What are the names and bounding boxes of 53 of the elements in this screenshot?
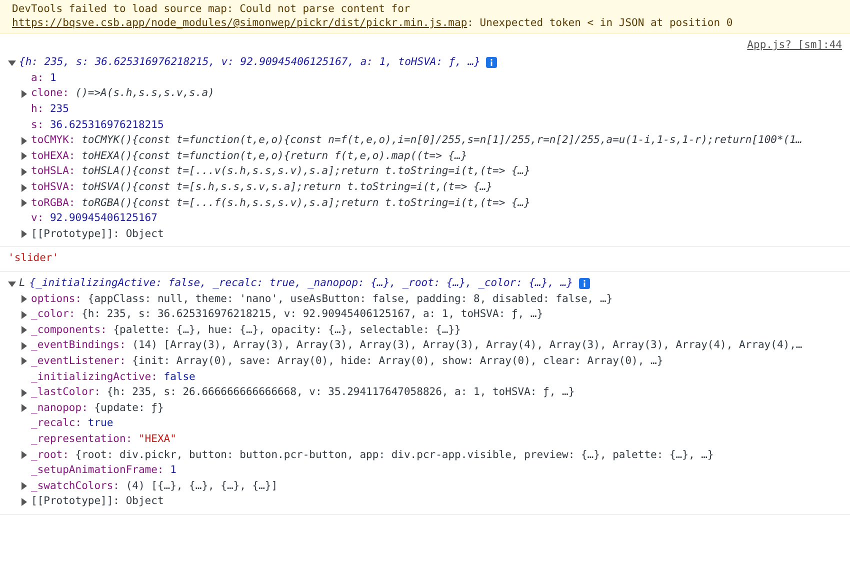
property-entry[interactable]: _color: {h: 235, s: 36.625316976218215, v: 92.90945406125167, a: 1, toHSVA: ƒ, …}: [31, 307, 544, 322]
property-entry: _recalc: true: [31, 416, 114, 432]
property-entry[interactable]: toRGBA: toRGBA(){const t=[...f(s.h,s.s,s.v),s.a];return t.toString=i(t,(t=> {…}: [31, 196, 530, 211]
property-entry[interactable]: clone: ()=>A(s.h,s.s,s.v,s.a): [31, 86, 214, 102]
property-entry[interactable]: [[Prototype]]: Object: [31, 226, 164, 242]
expand-triangle-icon[interactable]: [20, 451, 28, 460]
property-entry[interactable]: _lastColor: {h: 235, s: 26.666666666666668, v: 35.294117647058826, a: 1, toHSVA: ƒ, …}: [31, 385, 575, 400]
property-entry: h: 235: [31, 102, 69, 118]
expand-triangle-icon[interactable]: [20, 388, 28, 397]
expand-triangle-icon[interactable]: [20, 184, 28, 192]
object-summary[interactable]: {_initializingActive: false, _recalc: true, _nanopop: {…}, _root: {…}, _color: {…}, …}: [29, 276, 573, 292]
expand-triangle-icon[interactable]: [20, 326, 28, 334]
property-entry[interactable]: _swatchColors: (4) [{…}, {…}, {…}, {…}]: [31, 478, 278, 494]
source-link[interactable]: App.js? [sm]:44: [747, 38, 842, 53]
property-entry[interactable]: _nanopop: {update: ƒ}: [31, 400, 164, 416]
info-icon[interactable]: [486, 57, 498, 68]
class-name: L: [19, 276, 26, 292]
property-entry[interactable]: toHSVA: toHSVA(){const t=[s.h,s.s,s.v,s.a];return t.toString=i(t,(t=> {…}: [31, 180, 492, 196]
property-entry[interactable]: toCMYK: toCMYK(){const t=function(t,e,o){const n=f(t,e,o),i=n[0]/255,s=n[1]/255,r=n[2]/255,a=u(1-i,1-s,1-r);return[100*(1…: [31, 133, 802, 148]
collapse-triangle-icon[interactable]: [8, 58, 16, 67]
expand-triangle-icon[interactable]: [20, 295, 28, 304]
expand-triangle-icon[interactable]: [20, 357, 28, 366]
expand-triangle-icon[interactable]: [20, 498, 28, 506]
collapse-triangle-icon[interactable]: [8, 280, 16, 288]
property-entry: _representation: "HEXA": [31, 432, 176, 447]
property-entry[interactable]: toHSLA: toHSLA(){const t=[...v(s.h,s.s,s.v),s.a];return t.toString=i(t,(t=> {…}: [31, 164, 530, 180]
property-entry[interactable]: _components: {palette: {…}, hue: {…}, opacity: {…}, selectable: {…}}: [31, 322, 461, 338]
info-icon[interactable]: [578, 278, 590, 290]
expand-triangle-icon[interactable]: [20, 404, 28, 412]
expand-triangle-icon[interactable]: [20, 199, 28, 208]
property-entry: _initializingActive: false: [31, 370, 196, 385]
expand-triangle-icon[interactable]: [20, 482, 28, 490]
expand-triangle-icon[interactable]: [20, 136, 28, 145]
warning-message: DevTools failed to load source map: Could not parse content for https://bqsve.csb.app/node_modules/@simonwep/pickr/dist/pickr.min.js.map: Unexpected token < in JSON at position 0: [0, 0, 850, 34]
property-entry: _setupAnimationFrame: 1: [31, 463, 176, 478]
property-entry: v: 92.90945406125167: [31, 211, 158, 226]
expand-triangle-icon[interactable]: [20, 230, 28, 238]
property-entry: a: 1: [31, 70, 56, 86]
property-entry[interactable]: options: {appClass: null, theme: 'nano', useAsButton: false, padding: 8, disabled: false, …}: [31, 292, 613, 307]
property-entry: s: 36.625316976218215: [31, 118, 164, 133]
source-map-link[interactable]: https://bqsve.csb.app/node_modules/@simonwep/pickr/dist/pickr.min.js.map: [12, 17, 468, 29]
property-entry[interactable]: _root: {root: div.pickr, button: button.pcr-button, app: div.pcr-app.visible, preview: {…}, palette: {…}, …}: [31, 448, 714, 463]
expand-triangle-icon[interactable]: [20, 168, 28, 176]
property-entry[interactable]: [[Prototype]]: Object: [31, 494, 164, 510]
expand-triangle-icon[interactable]: [20, 152, 28, 160]
property-entry[interactable]: _eventListener: {init: Array(0), save: Array(0), hide: Array(0), show: Array(0), clear: Array(0), …}: [31, 354, 664, 369]
expand-triangle-icon[interactable]: [20, 342, 28, 350]
expand-triangle-icon[interactable]: [20, 310, 28, 319]
logged-string: 'slider': [8, 251, 59, 266]
object-summary[interactable]: {h: 235, s: 36.625316976218215, v: 92.90945406125167, a: 1, toHSVA: ƒ, …}: [19, 55, 480, 70]
property-entry[interactable]: _eventBindings: (14) [Array(3), Array(3), Array(3), Array(3), Array(3), Array(4), Array(3), Array(3), Array(4), Array(4),…: [31, 338, 802, 354]
expand-triangle-icon[interactable]: [20, 90, 28, 98]
property-entry[interactable]: toHEXA: toHEXA(){const t=function(t,e,o){return f(t,e,o).map((t=> {…}: [31, 148, 468, 164]
